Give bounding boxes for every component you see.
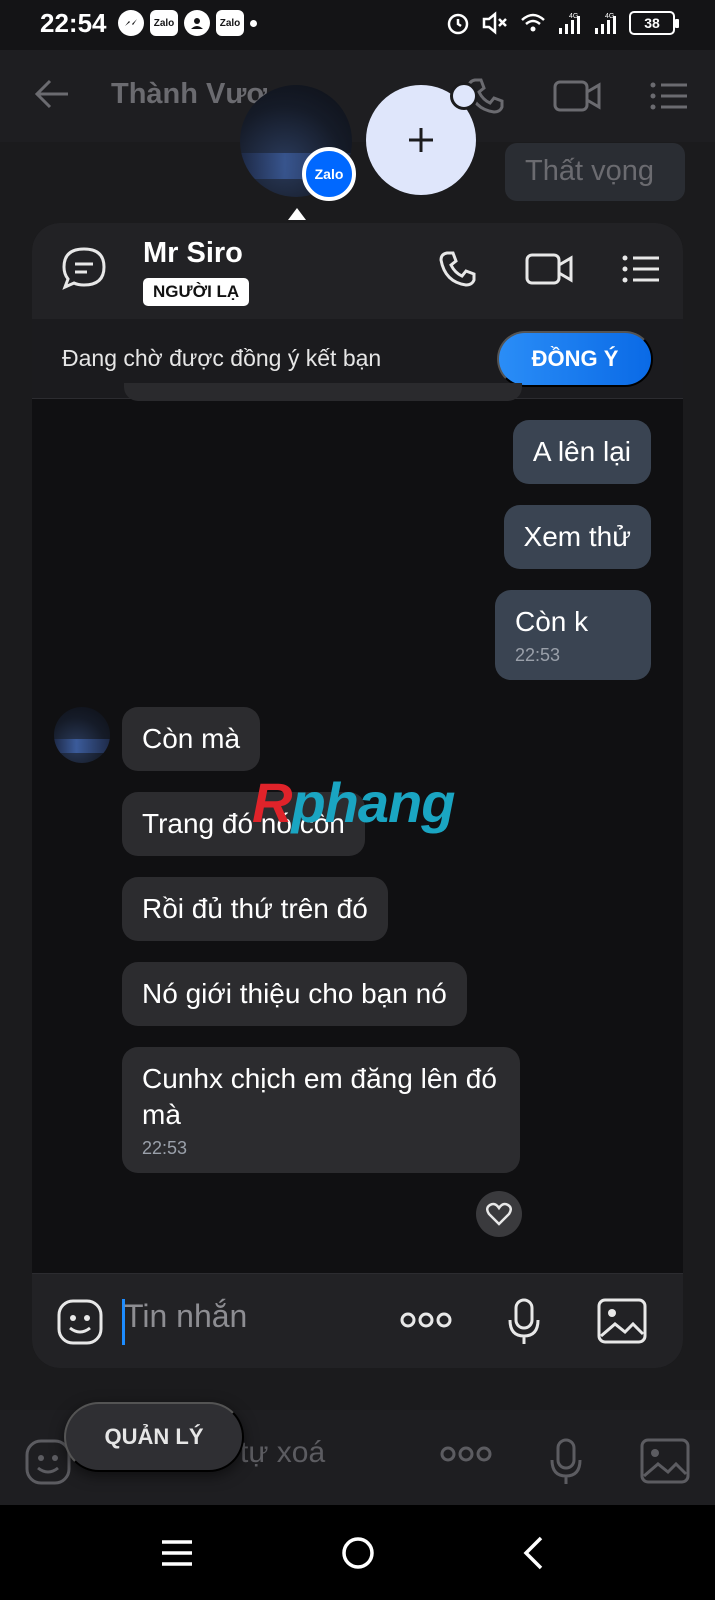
- message-text: Xem thử: [523, 521, 631, 552]
- status-time: 22:54: [40, 8, 107, 38]
- more-icon[interactable]: [400, 1312, 452, 1333]
- stranger-badge: NGƯỜI LẠ: [143, 278, 250, 306]
- home-icon[interactable]: [340, 1535, 376, 1576]
- svg-text:4G: 4G: [605, 13, 614, 20]
- outgoing-message[interactable]: Xem thử: [503, 505, 651, 569]
- message-input-bar: [32, 1273, 683, 1368]
- image-icon[interactable]: [640, 1438, 690, 1489]
- background-chat-header: Thành Vươ: [0, 50, 715, 142]
- message-text: Còn mà: [142, 723, 241, 754]
- message-text: A lên lại: [532, 436, 631, 467]
- back-icon[interactable]: [522, 1535, 544, 1576]
- watermark-logo: Rphang: [252, 771, 455, 834]
- wifi-icon: [521, 13, 545, 32]
- video-call-icon[interactable]: [525, 249, 573, 289]
- notification-icons: Zalo Zalo: [118, 10, 257, 36]
- sticker-icon[interactable]: [56, 1298, 104, 1351]
- contact-icon: [184, 10, 210, 36]
- friend-request-text: Đang chờ được đồng ý kết bạn: [62, 345, 382, 371]
- manage-button[interactable]: QUẢN LÝ: [64, 1402, 244, 1472]
- microphone-icon[interactable]: [506, 1298, 542, 1351]
- more-notifications-dot: [250, 19, 257, 27]
- message-text: Rồi đủ thứ trên đó: [142, 893, 368, 924]
- background-header-actions: [465, 76, 689, 116]
- chat-bubble-icon[interactable]: [60, 245, 108, 298]
- menu-list-icon[interactable]: [621, 249, 661, 289]
- back-arrow-icon[interactable]: [34, 78, 70, 115]
- incoming-message[interactable]: Rồi đủ thứ trên đó: [122, 877, 388, 941]
- message-text: Cunhx chịch em đăng lên đó mà: [142, 1063, 497, 1130]
- popup-header-actions: [437, 249, 661, 289]
- incoming-message[interactable]: Nó giới thiệu cho bạn nó: [122, 962, 467, 1026]
- message-text: Còn k: [515, 606, 589, 637]
- background-message: Thất vọng: [505, 143, 685, 201]
- message-time: 22:53: [142, 1138, 188, 1158]
- outgoing-message[interactable]: Còn k 22:53: [495, 590, 651, 680]
- svg-text:4G: 4G: [569, 13, 578, 20]
- messenger-icon: [118, 10, 144, 36]
- background-contact-name: Thành Vươ: [111, 78, 268, 110]
- zalo-icon: Zalo: [150, 10, 178, 36]
- agree-button[interactable]: ĐỒNG Ý: [497, 331, 653, 387]
- microphone-icon[interactable]: [548, 1438, 584, 1491]
- image-icon[interactable]: [597, 1298, 647, 1349]
- status-bar: 22:54 Zalo Zalo 4G 4G 38: [0, 0, 715, 50]
- sender-avatar[interactable]: [54, 707, 110, 763]
- incoming-message[interactable]: Cunhx chịch em đăng lên đó mà 22:53: [122, 1047, 520, 1173]
- system-icons: 4G 4G 38: [445, 10, 679, 36]
- alarm-icon: [447, 13, 469, 35]
- background-message-input: tự xoá: [240, 1436, 326, 1469]
- zalo-icon: Zalo: [216, 10, 244, 36]
- signal-icon: 4G: [595, 13, 616, 34]
- message-time: 22:53: [515, 645, 561, 665]
- call-icon[interactable]: [437, 249, 477, 289]
- heart-reaction-icon[interactable]: [476, 1191, 522, 1237]
- outgoing-message[interactable]: A lên lại: [512, 420, 651, 484]
- incoming-message[interactable]: Còn mà: [122, 707, 261, 771]
- previous-message-edge: [124, 383, 522, 401]
- system-navigation-bar: [0, 1505, 715, 1600]
- menu-list-icon[interactable]: [649, 76, 689, 116]
- more-icon[interactable]: [440, 1446, 492, 1467]
- recent-apps-icon[interactable]: [160, 1539, 194, 1572]
- message-text: Nó giới thiệu cho bạn nó: [142, 978, 447, 1009]
- signal-icon: 4G: [559, 13, 580, 34]
- contact-name[interactable]: Mr Siro: [143, 237, 243, 270]
- video-call-icon[interactable]: [553, 76, 601, 116]
- battery-indicator: 38: [629, 11, 679, 35]
- panel-pointer: [288, 208, 306, 220]
- plus-icon: [409, 128, 433, 152]
- mute-icon: [482, 11, 507, 35]
- add-bubble-dot: [450, 82, 478, 110]
- message-input[interactable]: [124, 1298, 374, 1335]
- popup-header: Mr Siro NGƯỜI LẠ: [32, 223, 683, 319]
- zalo-badge-icon: Zalo: [302, 147, 356, 201]
